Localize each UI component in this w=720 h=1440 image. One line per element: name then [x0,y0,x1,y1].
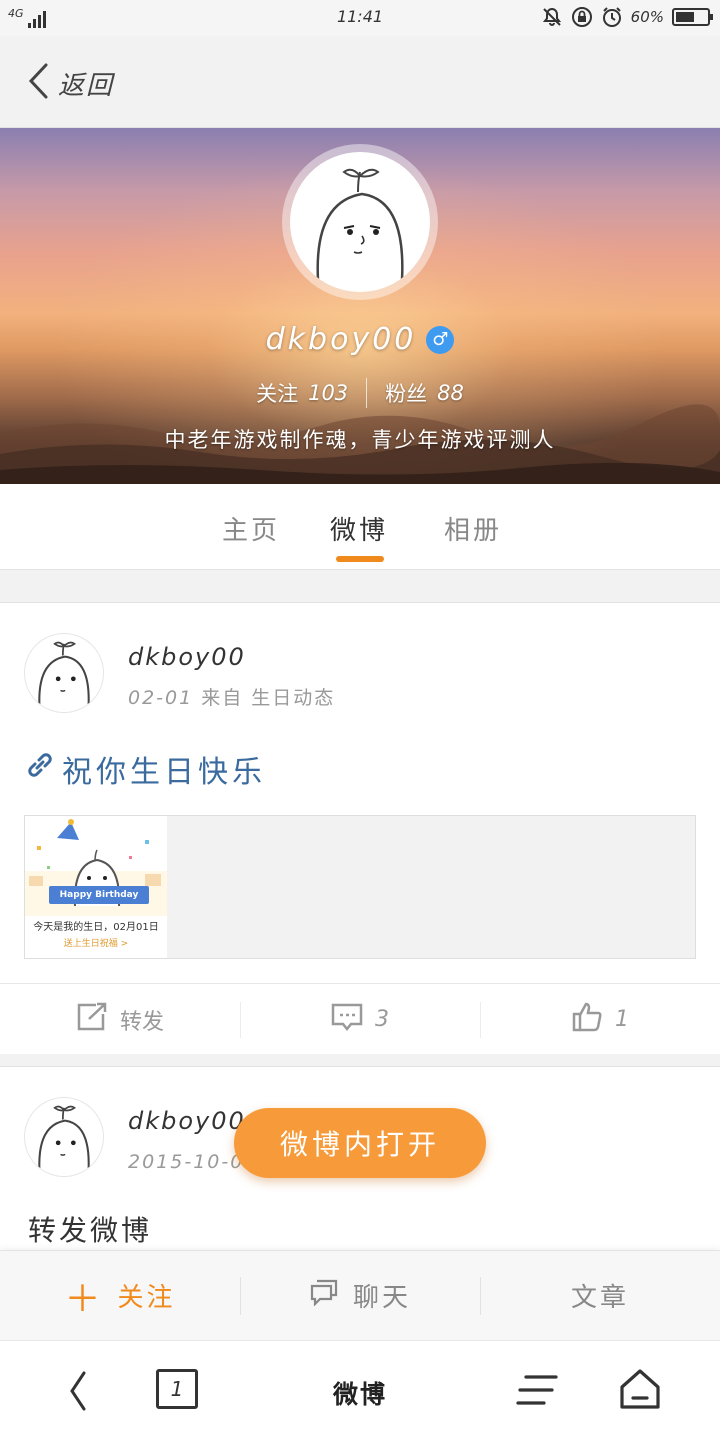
comment-button[interactable]: 3 [240,984,480,1055]
chevron-left-icon [26,62,50,104]
profile-username: dkboy00 [265,322,417,357]
chevron-left-icon [66,1371,90,1417]
like-button[interactable]: 1 [480,984,720,1055]
link-title-text: 祝你生日快乐 [62,755,266,790]
chat-label: 聊天 [352,1283,411,1313]
profile-avatar[interactable] [282,144,438,300]
like-count: 1 [615,1007,629,1032]
thumbs-up-icon [571,1001,603,1039]
following-label: 关注 [256,382,299,406]
male-gender-icon: ♂ [426,325,455,354]
comment-icon [331,1002,363,1038]
status-bar: 4G 11:41 60% [0,0,720,36]
browser-page-title: 微博 [332,1380,387,1409]
battery-percent: 60% [630,8,664,26]
profile-cover: dkboy00 ♂ 关注 103 粉丝 88 中老年游戏制作魂，青少年游戏评测人 [0,128,720,484]
avatar-drawing [316,168,404,281]
happy-birthday-banner: Happy Birthday [49,886,149,904]
profile-bio: 中老年游戏制作魂，青少年游戏评测人 [164,428,556,452]
repost-label: 转发 [119,1009,164,1035]
post-text: 转发微博 [28,1214,153,1247]
menu-icon [516,1375,558,1411]
post-avatar[interactable] [24,633,104,713]
tab-album[interactable]: 相册 [444,510,502,547]
top-nav: 返回 [0,36,720,128]
browser-home-button[interactable] [618,1367,662,1415]
open-in-app-button[interactable]: 微博内打开 [234,1108,486,1178]
chat-icon [309,1278,339,1313]
tab-home[interactable]: 主页 [222,510,280,547]
tab-count-icon: 1 [156,1369,198,1409]
post-date: 02-01 [128,687,194,709]
post-author[interactable]: dkboy00 [128,1107,246,1135]
mute-icon [541,6,563,28]
back-label: 返回 [58,70,115,101]
link-icon [24,749,56,789]
avatar-drawing [38,641,90,707]
repost-icon [76,1002,108,1038]
battery-icon [672,8,713,26]
active-tab-indicator [336,556,384,562]
follow-button[interactable]: ＋ 关注 [0,1251,240,1340]
browser-tabs-button[interactable]: 1 [156,1369,198,1409]
profile-action-bar: ＋ 关注 聊天 文章 [0,1250,720,1340]
post-avatar[interactable] [24,1097,104,1177]
rotation-lock-icon [571,6,593,28]
birthday-wish-link: 送上生日祝福 > [63,939,129,949]
browser-nav-bar: 1 微博 [0,1340,720,1440]
follow-label: 关注 [117,1283,176,1313]
avatar-drawing [38,1105,90,1171]
repost-button[interactable]: 转发 [0,984,240,1055]
plus-icon: ＋ [64,1278,104,1320]
back-button[interactable]: 返回 [26,62,114,104]
post-actions: 转发 3 1 [0,983,720,1055]
browser-menu-button[interactable] [516,1373,558,1411]
article-button[interactable]: 文章 [480,1251,720,1340]
post-author[interactable]: dkboy00 [128,643,246,671]
tab-weibo[interactable]: 微博 [330,510,388,547]
birthday-card-thumbnail: Happy Birthday 今天是我的生日，02月01日 送上生日祝福 > [25,816,167,958]
post-card[interactable]: dkboy00 02-01 来自 生日动态 祝你生日快乐 Happy Birth… [0,602,720,1054]
home-icon [618,1369,662,1415]
post-link-title[interactable]: 祝你生日快乐 [24,747,266,791]
followers-label: 粉丝 [385,382,428,406]
followers-stat[interactable]: 粉丝 88 [367,378,482,408]
following-count: 103 [308,381,349,405]
post-meta: 02-01 来自 生日动态 [128,683,335,710]
birthday-text: 今天是我的生日，02月01日 [33,922,159,933]
article-label: 文章 [570,1283,629,1313]
followers-count: 88 [437,381,464,405]
chat-button[interactable]: 聊天 [240,1251,480,1340]
post-source: 来自 生日动态 [201,687,336,709]
browser-back-button[interactable] [66,1369,90,1417]
alarm-icon [601,6,623,28]
following-stat[interactable]: 关注 103 [238,378,366,408]
birthday-card-attachment[interactable]: Happy Birthday 今天是我的生日，02月01日 送上生日祝福 > [24,815,696,959]
comment-count: 3 [375,1007,389,1032]
